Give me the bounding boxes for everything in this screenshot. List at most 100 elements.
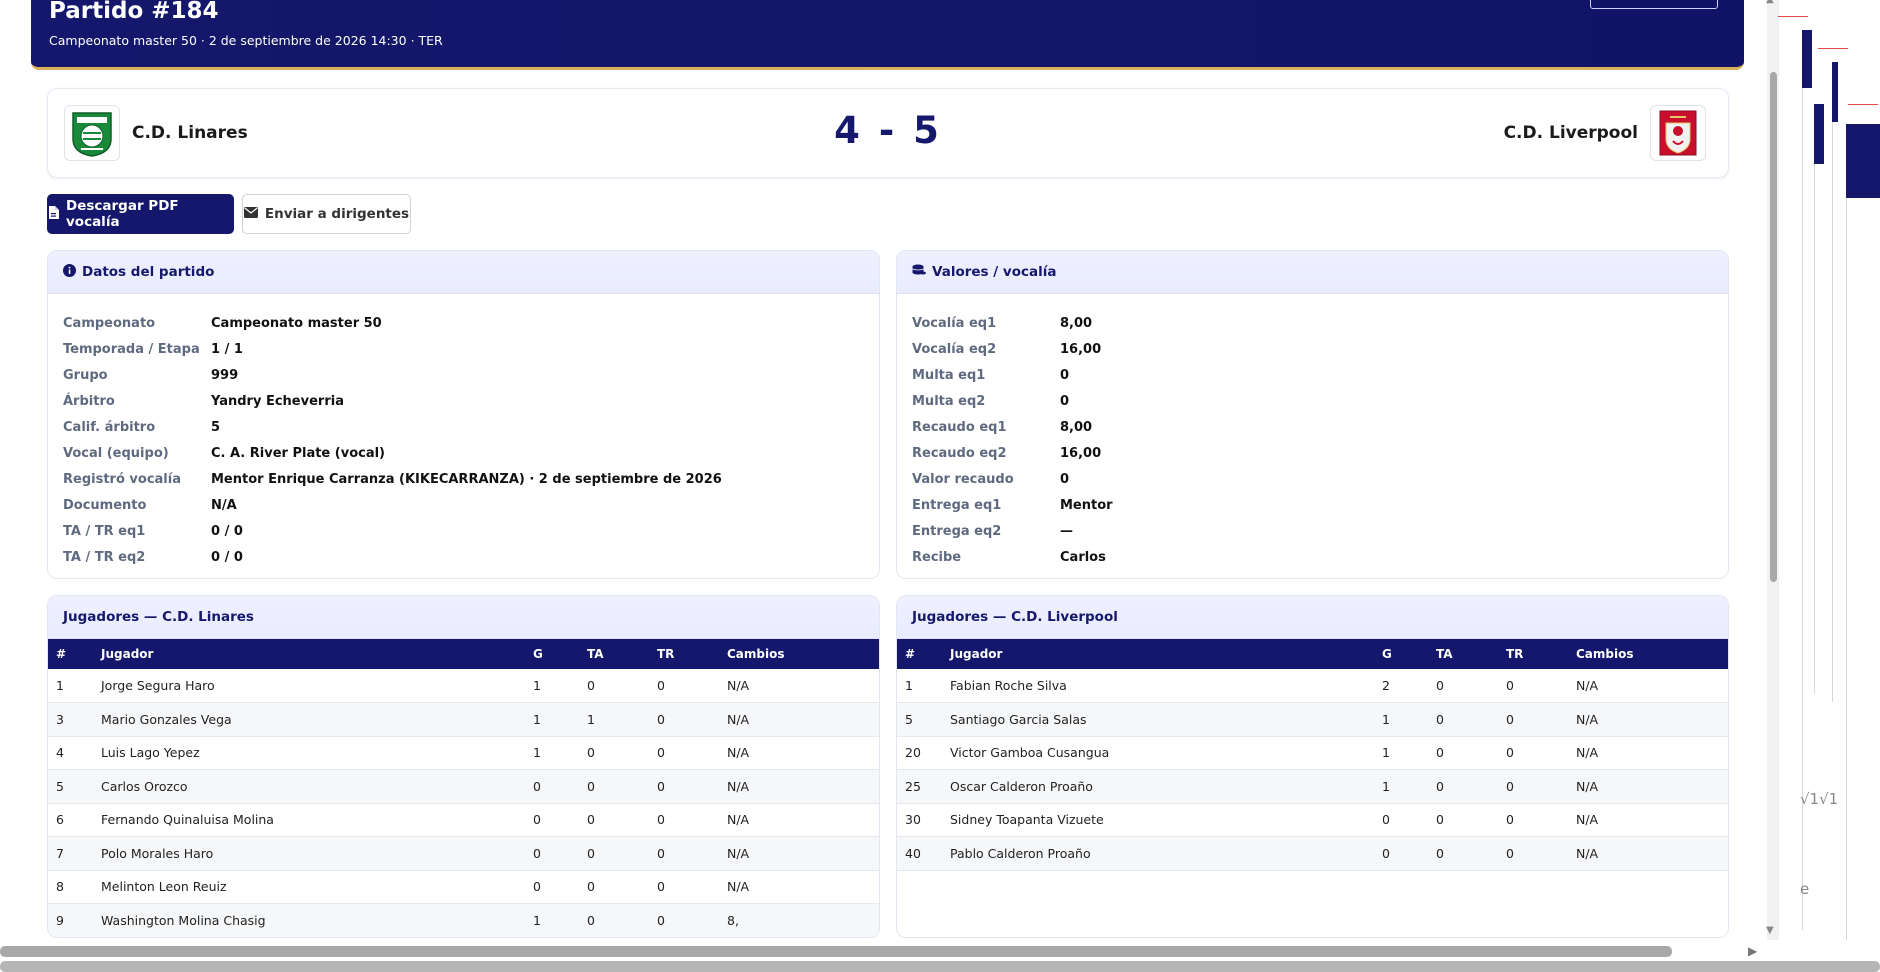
stacked-windows: √1√1 e [1770,0,1880,940]
cell-player: Polo Morales Haro [93,836,525,871]
fee-row: Recibe Carlos [912,545,1113,571]
data-label: Grupo [63,367,108,383]
table-row: 20 Victor Gamboa Cusangua 1 0 0 N/A [897,736,1728,770]
cell-number: 5 [897,702,942,737]
cell-red: 0 [649,736,719,770]
cell-number: 1 [48,669,93,703]
cell-player: Sidney Toapanta Vizuete [942,803,1374,837]
fee-row: Recaudo eq2 16,00 [912,440,1113,466]
horizontal-scrollbar-thumb[interactable] [0,946,1672,957]
cell-changes: N/A [1568,803,1728,837]
fee-row: Vocalía eq2 16,00 [912,336,1113,362]
scroll-up-arrow-icon[interactable]: ▲ [1766,0,1774,5]
cell-changes: N/A [1568,836,1728,871]
cell-changes: N/A [719,836,879,871]
cell-red: 0 [1498,803,1568,837]
cell-red: 0 [649,870,719,904]
home-players-header: Jugadores — C.D. Linares [48,596,879,639]
col-red: TR [657,647,675,661]
data-row: Calif. árbitro 5 [63,414,722,440]
ghost-window-header [1832,62,1838,122]
header-back-button[interactable] [1590,0,1718,9]
away-team-logo [1650,105,1706,161]
cell-yellow: 0 [1428,736,1498,770]
data-label: Documento [63,498,147,514]
cell-red: 0 [1498,669,1568,703]
col-player: Jugador [950,647,1003,661]
score-separator: - [878,109,898,152]
match-score: 4 - 5 [48,109,1728,152]
fee-value: Mentor [1060,498,1113,514]
scroll-right-arrow-icon[interactable]: ▶ [1748,944,1757,958]
cell-goals: 0 [525,836,579,871]
cell-changes: N/A [1568,669,1728,703]
info-circle-icon [63,263,76,281]
cell-goals: 0 [525,803,579,837]
send-to-leaders-button[interactable]: Enviar a dirigentes [242,194,411,234]
cell-goals: 0 [525,769,579,804]
cell-goals: 1 [525,669,579,703]
download-pdf-label: Descargar PDF vocalía [66,198,179,230]
cell-yellow: 0 [1428,803,1498,837]
cell-number: 1 [897,669,942,703]
fee-row: Vocalía eq1 8,00 [912,310,1113,336]
cell-player: Carlos Orozco [93,769,525,804]
data-row: Temporada / Etapa 1 / 1 [63,336,722,362]
cell-goals: 0 [1374,803,1428,837]
cell-yellow: 0 [1428,769,1498,804]
fee-row: Entrega eq1 Mentor [912,493,1113,519]
table-row: 4 Luis Lago Yepez 1 0 0 N/A [48,736,879,770]
page-header: Partido #184 Campeonato master 50 · 2 de… [31,0,1744,70]
cell-player: Washington Molina Chasig [93,903,525,937]
cell-yellow: 0 [1428,669,1498,703]
cell-number: 8 [48,870,93,904]
away-players-card: Jugadores — C.D. Liverpool # Jugador G T… [896,595,1729,938]
away-team-name: C.D. Liverpool [1503,123,1638,143]
table-header-row: # Jugador G TA TR Cambios [48,639,879,669]
cell-goals: 1 [1374,769,1428,804]
cell-red: 0 [1498,836,1568,871]
table-row: 30 Sidney Toapanta Vizuete 0 0 0 N/A [897,803,1728,837]
match-data-list: Campeonato Campeonato master 50 Temporada… [63,310,722,571]
page-subtitle: Campeonato master 50 · 2 de septiembre d… [49,33,443,48]
fee-label: Recibe [912,550,962,566]
ghost-window [1814,104,1880,694]
data-value: Mentor Enrique Carranza (KIKECARRANZA) ·… [211,472,722,488]
vertical-scrollbar-thumb[interactable] [1770,72,1777,582]
cell-goals: 1 [1374,702,1428,737]
table-row: 25 Oscar Calderon Proaño 1 0 0 N/A [897,769,1728,804]
outer-horizontal-scrollbar[interactable] [0,961,1880,972]
table-row: 40 Pablo Calderon Proaño 0 0 0 N/A [897,836,1728,871]
col-changes: Cambios [1576,647,1634,661]
file-pdf-icon [48,205,59,223]
fee-label: Vocalía eq1 [912,315,997,331]
cell-red: 0 [649,836,719,871]
cell-number: 5 [48,769,93,804]
ghost-window-header [1846,124,1880,198]
ghost-window [1802,30,1880,930]
fee-value: 16,00 [1060,446,1102,462]
data-row: Grupo 999 [63,362,722,388]
cell-red: 0 [649,903,719,937]
cell-yellow: 0 [1428,702,1498,737]
cell-yellow: 0 [579,836,649,871]
fee-label: Multa eq1 [912,367,986,383]
cell-goals: 1 [525,736,579,770]
col-player: Jugador [101,647,154,661]
cell-goals: 1 [525,903,579,937]
col-red: TR [1506,647,1524,661]
fee-label: Vocalía eq2 [912,341,997,357]
cell-changes: N/A [1568,702,1728,737]
data-row: TA / TR eq1 0 / 0 [63,519,722,545]
cell-red: 0 [1498,769,1568,804]
home-players-table: # Jugador G TA TR Cambios 1 Jorge Segura … [48,639,879,937]
scroll-down-arrow-icon[interactable]: ▼ [1766,925,1774,936]
data-label: Campeonato [63,315,156,331]
download-pdf-button[interactable]: Descargar PDF vocalía [47,194,234,234]
ghost-window [1832,62,1880,702]
match-data-title: Datos del partido [82,264,215,280]
data-row: Vocal (equipo) C. A. River Plate (vocal) [63,440,722,466]
table-row: 1 Jorge Segura Haro 1 0 0 N/A [48,669,879,703]
match-data-card: Datos del partido Campeonato Campeonato m… [47,250,880,579]
cell-player: Fernando Quinaluisa Molina [93,803,525,837]
